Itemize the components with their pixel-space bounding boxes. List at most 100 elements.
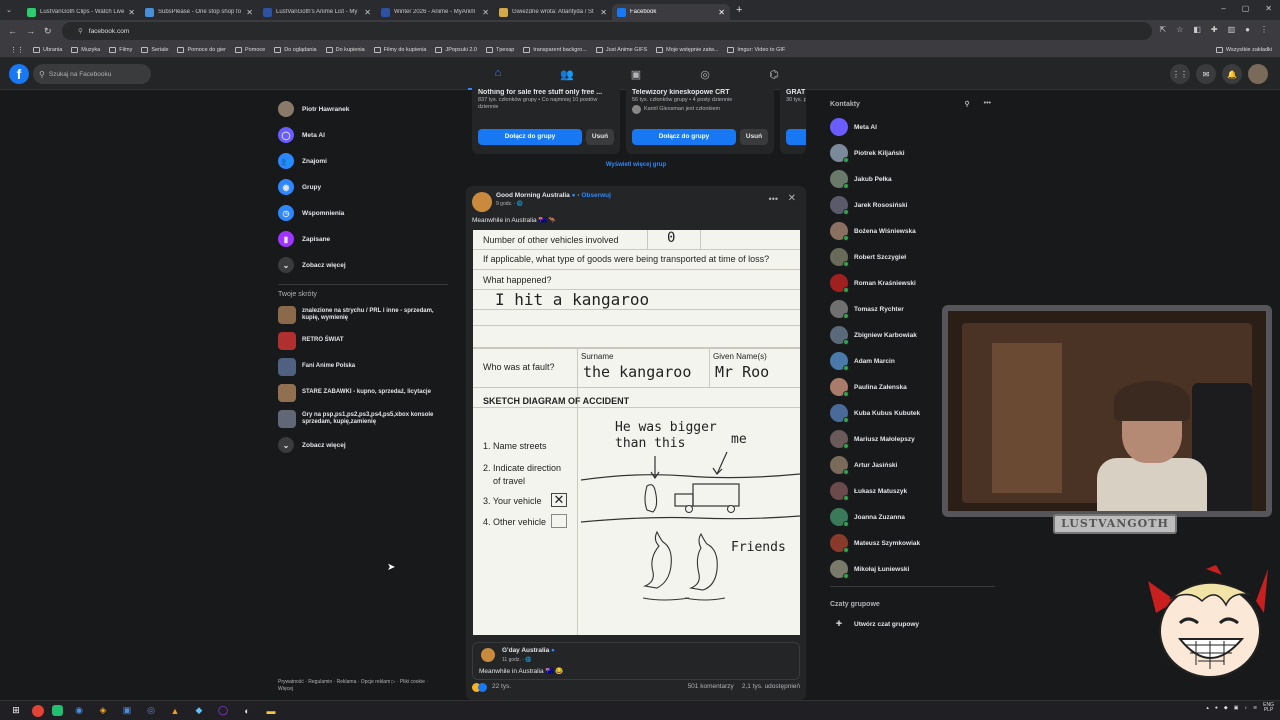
post-image[interactable]: Number of other vehicles involved 0 If a… [473,230,800,635]
shortcut-item[interactable]: Fani Anime Polska [278,354,448,380]
bookmark-item[interactable]: Pomoce [235,46,265,53]
forward-icon[interactable]: → [26,26,36,36]
start-icon[interactable]: ⊞ [8,703,24,719]
install-icon[interactable]: ⇱ [1159,25,1166,34]
close-window-button[interactable]: ✕ [1265,4,1272,13]
browser-tab[interactable]: Winter 2026 - Anime - MyAnim ✕ [376,4,494,20]
notifications-icon[interactable]: 🔔 [1222,64,1242,84]
close-tab-icon[interactable]: ✕ [600,8,607,17]
bookmark-item[interactable]: Seriale [141,46,168,53]
sidebar-item[interactable]: 👥 Znajomi [278,148,448,174]
chrome-icon[interactable] [32,704,44,717]
group-title[interactable]: Nothing for sale free stuff only free ..… [478,89,614,96]
browser-tab[interactable]: Facebook ✕ [612,4,730,20]
explorer-icon[interactable]: ▬ [263,703,279,719]
sidebar-icon[interactable]: ▥ [1228,25,1236,34]
search-icon[interactable]: ⚲ [965,100,970,108]
sidebar-item[interactable]: ◷ Wspomnienia [278,200,448,226]
reload-icon[interactable]: ↻ [44,26,54,37]
post-menu-icon[interactable]: ••• [769,194,778,204]
reactions-count[interactable]: 22 tys. [492,683,511,692]
remove-group-button[interactable]: Usuń [586,129,614,145]
vlc-icon[interactable]: ▲ [167,703,183,719]
url-field[interactable]: ⚲ facebook.com [62,22,1152,40]
bookmark-item[interactable]: Tpexap [485,46,514,53]
shared-page-avatar[interactable] [481,648,495,662]
bookmark-item[interactable]: Just Anime GIFS [595,46,647,53]
sidebar-item[interactable]: ◯ Meta AI [278,122,448,148]
join-group-button[interactable] [786,129,806,145]
tray-icon[interactable]: ▣ [1234,705,1239,711]
extension-icon[interactable]: ◧ [1193,25,1201,34]
new-tab-button[interactable]: + [736,4,742,16]
shared-post[interactable]: G'day Australia ● 11 godz. · 🌐 Meanwhile… [472,642,800,680]
shared-author[interactable]: G'day Australia ● [502,647,555,654]
close-tab-icon[interactable]: ✕ [718,8,725,17]
profile-avatar[interactable] [1248,64,1268,84]
shortcut-item[interactable]: znalezione na strychu / PRL i inne - spr… [278,302,448,328]
comments-count[interactable]: 501 komentarzy [688,683,734,692]
app-icon[interactable]: ▣ [119,703,135,719]
join-group-button[interactable]: Dołącz do grupy [478,129,582,145]
shortcut-item[interactable]: STARE ZABAWKI - kupno, sprzedaż, licytac… [278,380,448,406]
footer-links[interactable]: Prywatność · Regulamin · Reklama · Opcje… [278,679,443,692]
network-icon[interactable]: ≋ [1253,705,1257,711]
post-author[interactable]: Good Morning Australia ● · Obserwuj [496,192,611,199]
bookmark-item[interactable]: Moje wstępnie zatw... [656,46,718,53]
bookmark-star-icon[interactable]: ☆ [1176,25,1183,34]
reactions-icon[interactable] [472,683,487,692]
menu-dots-icon[interactable]: ⋮ [1260,25,1268,34]
bookmark-item[interactable]: JPopsuki 2.0 [435,46,477,53]
nav-groups[interactable]: ◎ [675,58,735,90]
profile-icon[interactable]: ● [1245,25,1250,34]
obs-icon[interactable]: ◯ [215,703,231,719]
nav-home[interactable]: ⌂ [468,58,528,90]
browser-icon[interactable]: ◉ [71,703,87,719]
close-icon[interactable]: ✕ [788,193,796,204]
maximize-button[interactable]: ▢ [1242,4,1250,13]
sidebar-item[interactable]: Piotr Hawranek [278,96,448,122]
close-tab-icon[interactable]: ✕ [482,8,489,17]
browser-tab[interactable]: LustVanGoth Clips - Watch Live ✕ [22,4,140,20]
bookmark-item[interactable]: Do oglądania [274,46,317,53]
browser-tab[interactable]: SubsPlease - One stop shop fo ✕ [140,4,258,20]
tray-icon[interactable]: ◆ [1224,705,1228,711]
sidebar-item[interactable]: ◉ Grupy [278,174,448,200]
follow-button[interactable]: Obserwuj [581,192,611,199]
group-title[interactable]: GRAT [786,89,806,96]
tray-icon[interactable]: ● [1215,705,1218,711]
sidebar-item[interactable]: ▮ Zapisane [278,226,448,252]
tray-icon[interactable]: ▴ [1206,705,1209,711]
bookmark-item[interactable]: Muzyka [71,46,100,53]
puzzle-icon[interactable]: ✚ [1211,25,1218,34]
nav-friends[interactable]: 👥 [537,58,597,90]
shortcut-item[interactable]: Gry na psp,ps1,ps2,ps3,ps4,ps5,xbox kons… [278,406,448,432]
bookmark-item[interactable]: transparent backgro... [523,46,587,53]
apps-icon[interactable]: ⋮⋮ [10,46,24,54]
app-icon[interactable] [52,705,63,716]
contact-item[interactable]: Meta AI [830,114,995,140]
site-info-icon[interactable]: ⚲ [78,27,83,35]
remove-group-button[interactable]: Usuń [740,129,768,145]
post-time[interactable]: 9 godz. · 🌐 [496,201,611,207]
bookmark-item[interactable]: Filmy [109,46,132,53]
discord-icon[interactable]: ◎ [143,703,159,719]
bookmark-item[interactable]: Pomoce do gier [177,46,226,53]
shortcuts-see-more[interactable]: ⌄ Zobacz więcej [278,432,448,458]
facebook-logo[interactable]: f [9,64,29,84]
create-group-chat-button[interactable]: + Utwórz czat grupowy [830,614,995,634]
contact-item[interactable]: Mateusz Szymkowiak [830,530,995,556]
contact-item[interactable]: Bożena Wiśniewska [830,218,995,244]
sidebar-item[interactable]: ⌄ Zobacz więcej [278,252,448,278]
tab-search-icon[interactable]: ⌄ [6,6,14,14]
language-indicator[interactable]: ENG PLP [1263,703,1274,713]
app-icon[interactable]: ◈ [95,703,111,719]
shortcut-item[interactable]: RETRO ŚWIAT [278,328,448,354]
bookmark-item[interactable]: Imgur: Video to GIF [727,46,785,53]
volume-icon[interactable]: ♪ [1244,705,1247,711]
contact-item[interactable]: Robert Szczygieł [830,244,995,270]
browser-tab[interactable]: LustVanGoth's Anime List - My ✕ [258,4,376,20]
search-input[interactable]: ⚲ Szukaj na Facebooku [33,64,151,84]
contact-item[interactable]: Piotrek Kiljański [830,140,995,166]
close-tab-icon[interactable]: ✕ [246,8,253,17]
